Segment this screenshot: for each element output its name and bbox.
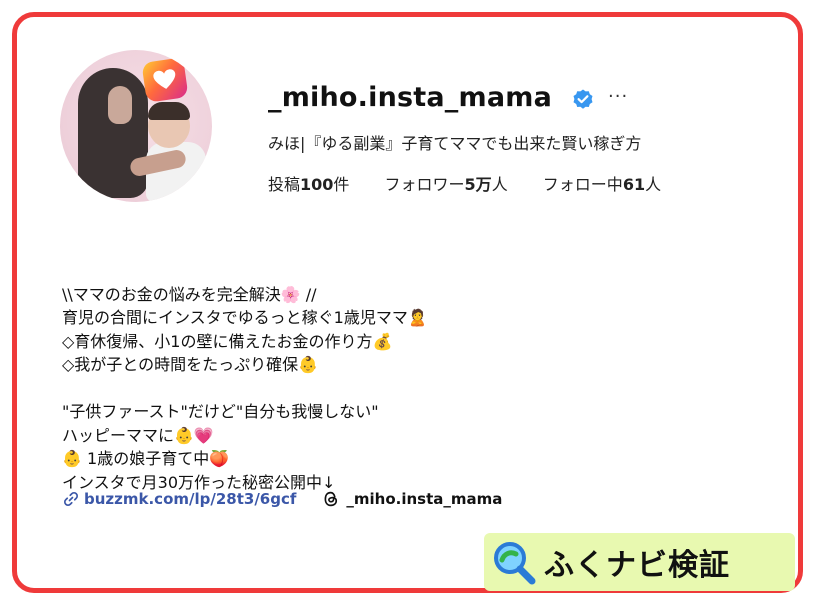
external-link[interactable]: buzzmk.com/lp/28t3/6gcf bbox=[84, 490, 296, 508]
profile-bio: \\ママのお金の悩みを完全解決🌸 // 育児の合間にインスタでゆるっと稼ぐ1歳児マ… bbox=[62, 259, 428, 518]
watermark-text: ふくナビ検証 bbox=[544, 548, 730, 583]
bio-line: ◇育休復帰、小1の壁に備えたお金の作り方💰 bbox=[62, 331, 393, 351]
bio-line: 育児の合間にインスタでゆるっと稼ぐ1歳児ママ🙎 bbox=[62, 308, 428, 327]
bio-line: \\ママのお金の悩みを完全解決🌸 // bbox=[62, 284, 317, 304]
threads-icon bbox=[324, 491, 338, 507]
link-icon bbox=[64, 492, 78, 506]
following-count[interactable]: フォロー中61人 bbox=[543, 175, 661, 194]
bio-line-blank bbox=[62, 377, 428, 401]
avatar-baby-hair bbox=[148, 102, 190, 120]
bio-line: ◇我が子との時間をたっぷり確保👶 bbox=[62, 355, 319, 374]
avatar-mother-face bbox=[108, 86, 132, 124]
threads-handle: _miho.insta_mama bbox=[346, 490, 503, 508]
profile-username: _miho.insta_mama bbox=[268, 82, 552, 113]
heart-photo-icon bbox=[141, 57, 189, 103]
profile-avatar[interactable] bbox=[60, 50, 212, 202]
watermark-banner: ふくナビ検証 bbox=[484, 533, 795, 591]
bio-line: ハッピーママに👶💗 bbox=[62, 425, 214, 445]
profile-links: buzzmk.com/lp/28t3/6gcf _miho.insta_mama bbox=[62, 490, 502, 508]
profile-full-name: みほ|『ゆる副業』子育てママでも出来た賢い稼ぎ方 bbox=[268, 134, 642, 153]
threads-link[interactable]: _miho.insta_mama bbox=[322, 490, 502, 508]
profile-stats: 投稿100件 フォロワー5万人 フォロー中61人 bbox=[268, 171, 691, 195]
bio-line: 👶 1歳の娘子育て中🍑 bbox=[62, 449, 230, 468]
posts-count[interactable]: 投稿100件 bbox=[268, 175, 349, 194]
magnifier-icon bbox=[494, 542, 536, 585]
bio-line: "子供ファースト"だけど"自分も我慢しない" bbox=[62, 402, 379, 421]
verified-badge-icon bbox=[573, 89, 593, 109]
more-options-button[interactable]: ··· bbox=[608, 86, 628, 107]
followers-count[interactable]: フォロワー5万人 bbox=[385, 175, 508, 194]
